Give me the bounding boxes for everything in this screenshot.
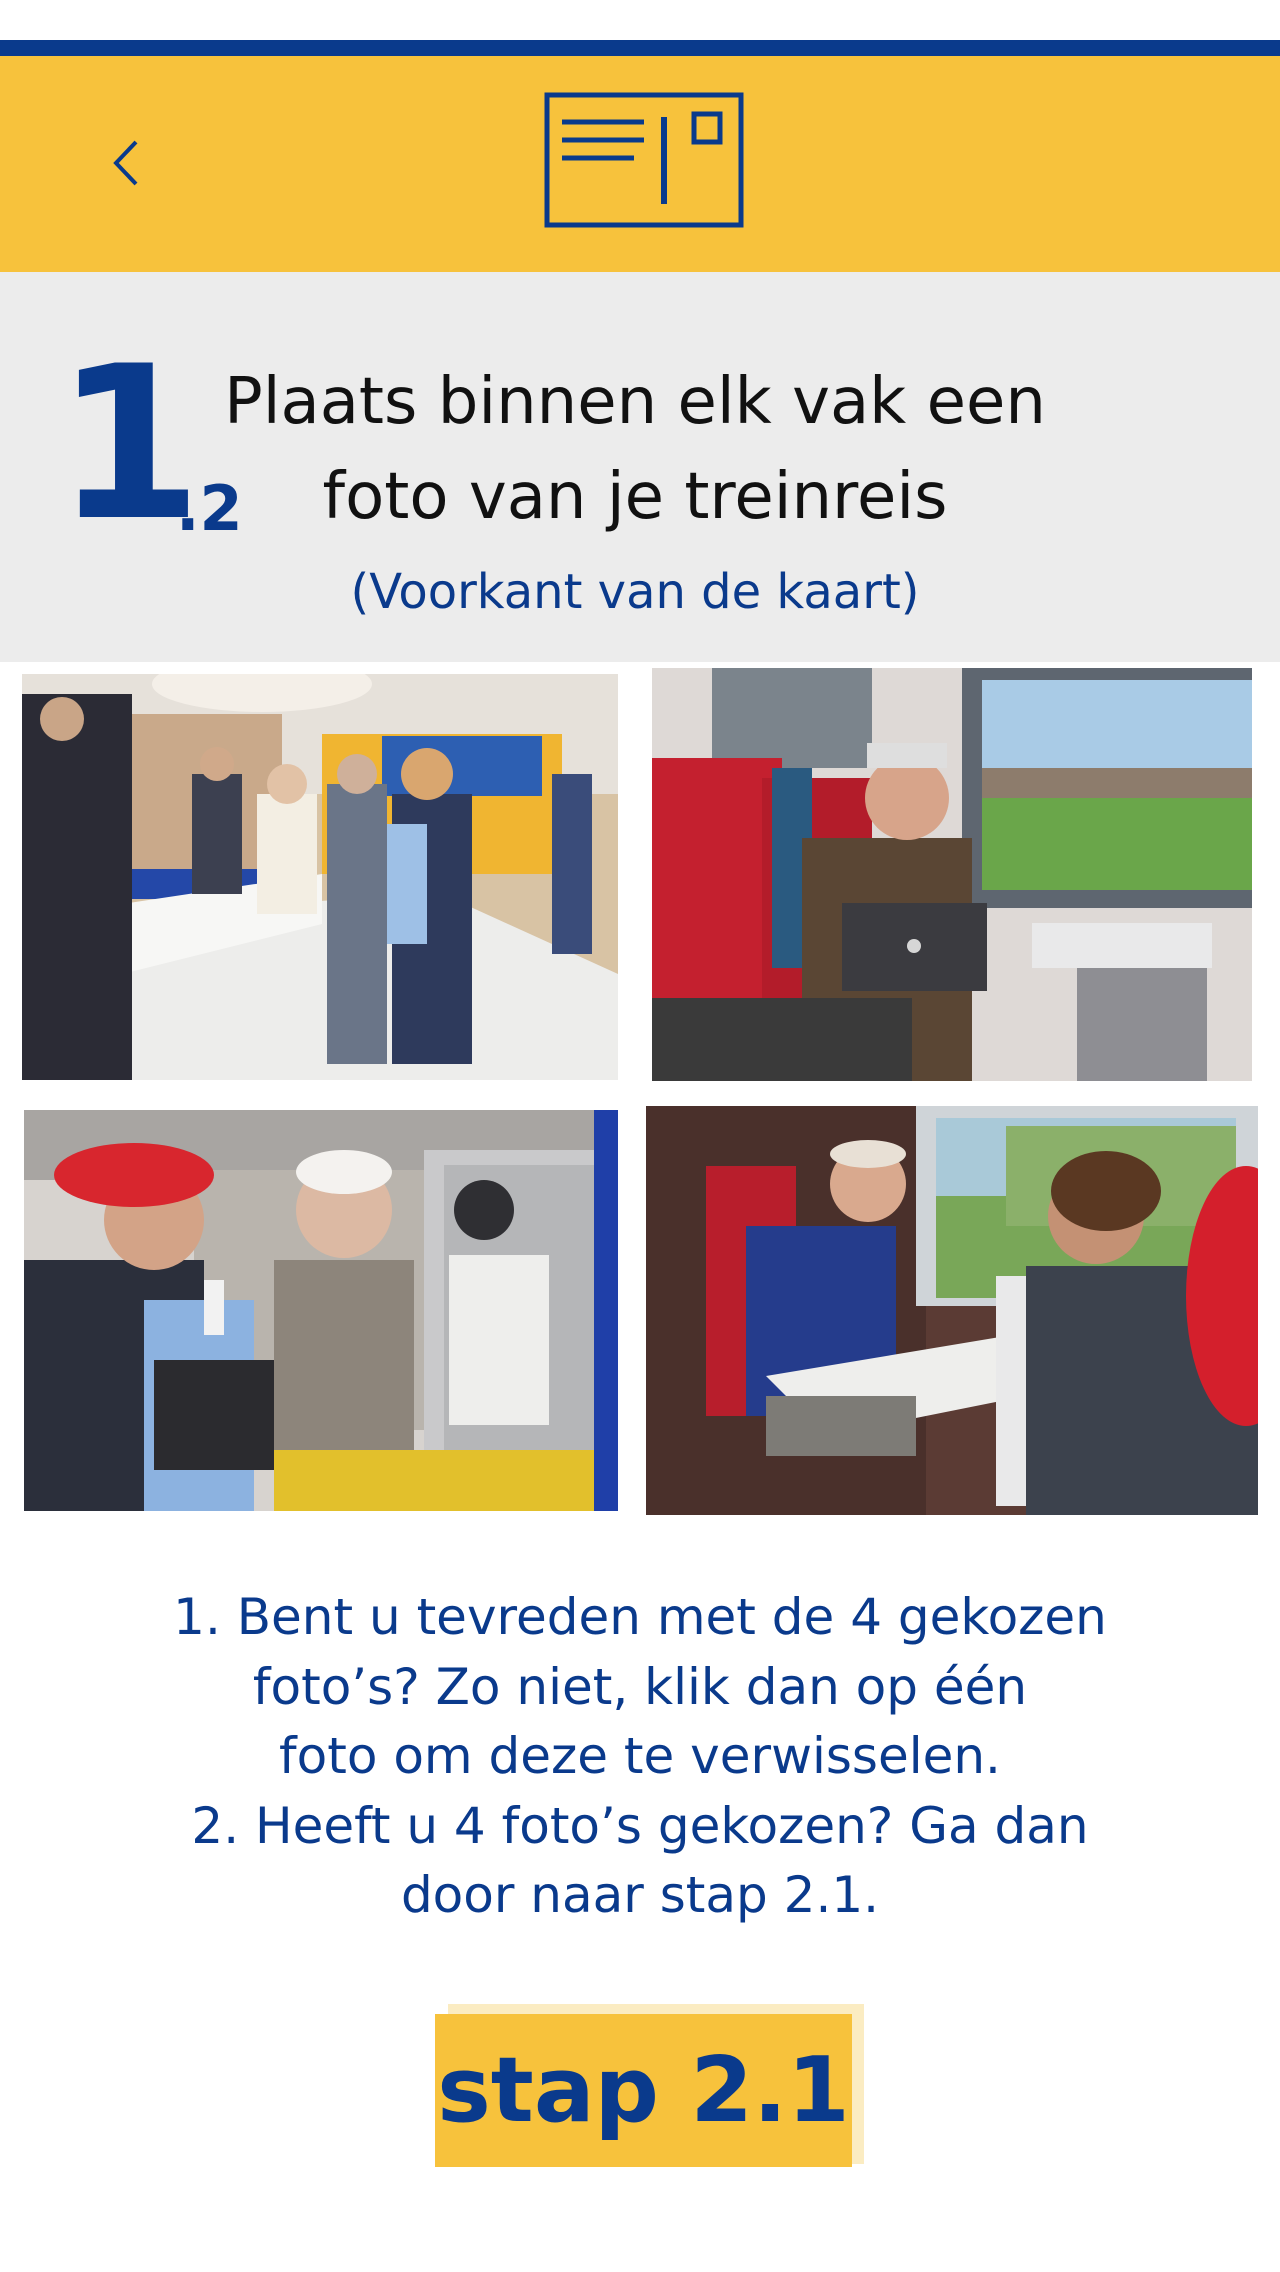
chevron-left-icon [113, 140, 138, 186]
photo-slot-4[interactable] [646, 1106, 1258, 1515]
postcard-icon [544, 92, 744, 228]
page-title-line1: Plaats binnen elk vak een [224, 365, 1046, 439]
instruction-line-1: 1. Bent u tevreden met de 4 gekozen [173, 1588, 1107, 1646]
photo-slot-1[interactable] [22, 674, 618, 1080]
postcard-logo [544, 92, 744, 228]
page-title-line2: foto van je treinreis [322, 460, 948, 534]
photo-slot-2[interactable] [652, 668, 1252, 1081]
photo-couple-reading-train [646, 1106, 1258, 1515]
instruction-line-2: foto’s? Zo niet, klik dan op één [252, 1658, 1028, 1716]
photo-man-laptop-train [652, 668, 1252, 1081]
photo-slot-3[interactable] [24, 1110, 618, 1511]
instruction-line-3: foto om deze te verwisselen. [279, 1727, 1001, 1785]
top-accent-bar [0, 40, 1280, 56]
instruction-line-5: door naar stap 2.1. [400, 1866, 880, 1924]
back-button[interactable] [100, 130, 156, 196]
photo-station-service-desk [22, 674, 618, 1080]
page-subtitle: (Voorkant van de kaart) [350, 564, 920, 620]
instruction-line-4: 2. Heeft u 4 foto’s gekozen? Ga dan [191, 1797, 1089, 1855]
photo-ticket-counter [24, 1110, 618, 1511]
next-step-button[interactable]: stap 2.1 [435, 2014, 852, 2167]
